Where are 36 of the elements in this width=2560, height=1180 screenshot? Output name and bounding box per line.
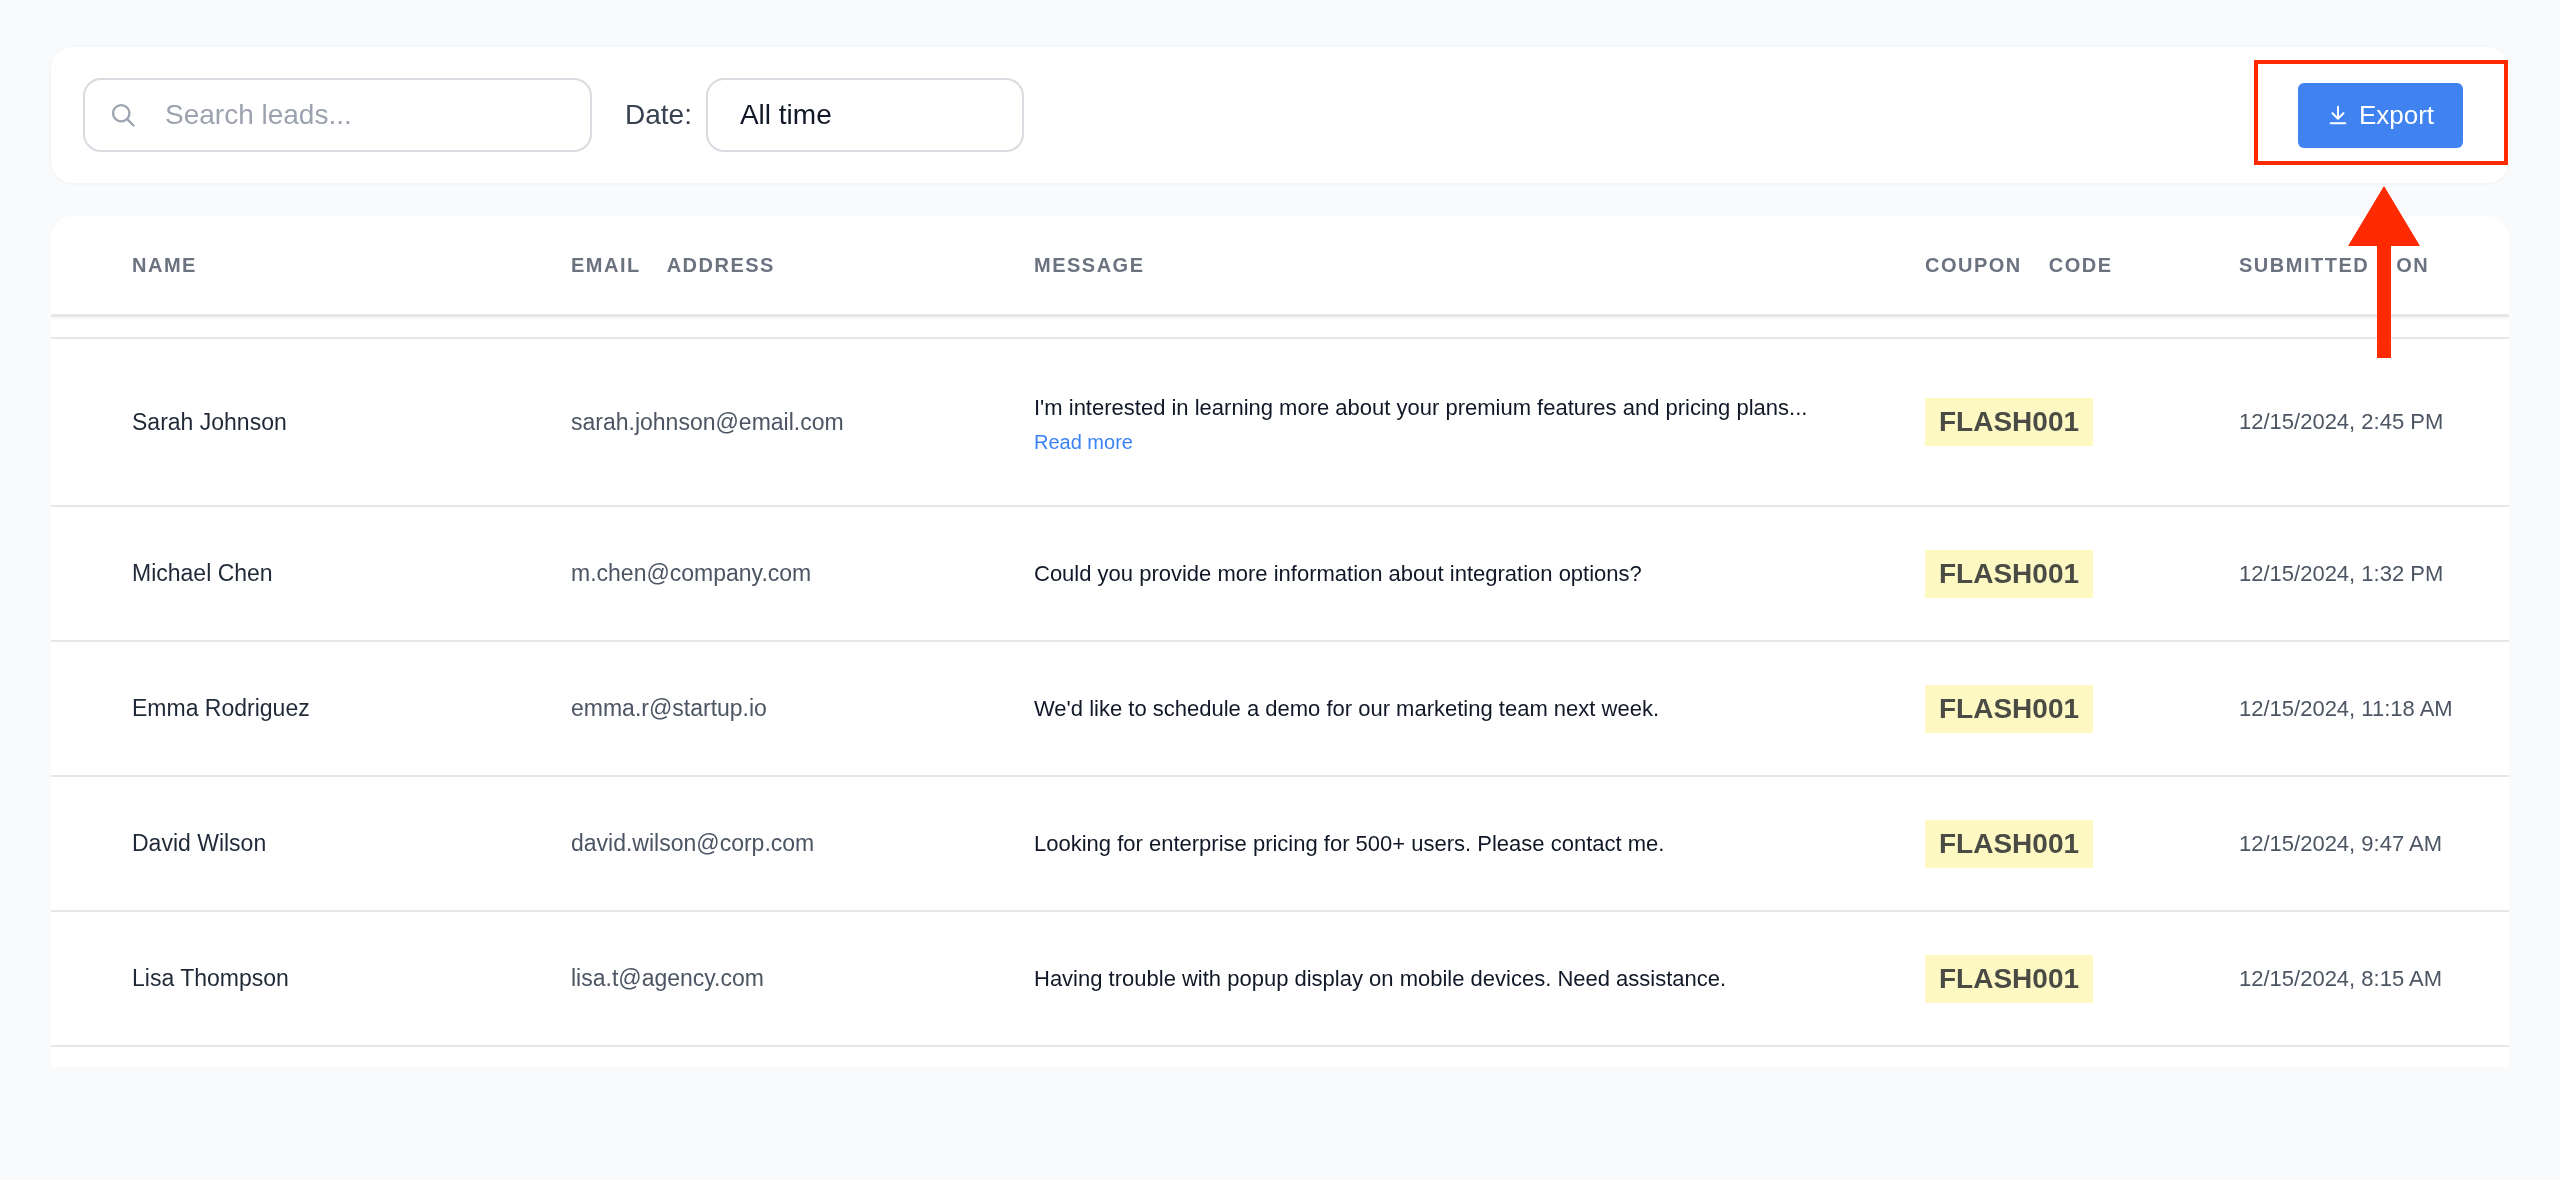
coupon-code: FLASH001 — [1925, 684, 2094, 733]
date-cell-text: 12/15/2024, 1:32 PM — [2239, 560, 2445, 587]
message-cell-text: Looking for enterprise pricing for 500+ users. Please contact me. — [1034, 829, 1666, 858]
coupon-code: FLASH001 — [1925, 954, 2094, 1003]
column-header: NAME — [132, 253, 198, 277]
name-cell-text: Emma Rodriguez — [132, 695, 311, 722]
email-cell-text: david.wilson@corp.com — [571, 830, 816, 857]
search-icon — [109, 101, 137, 129]
column-header: COUPON CODE — [1925, 253, 2114, 277]
date-select[interactable]: All time — [705, 78, 1024, 152]
name-cell-text: David Wilson — [132, 830, 268, 857]
date-cell-text: 12/15/2024, 8:15 AM — [2239, 965, 2444, 992]
date-cell-text: 12/15/2024, 11:18 AM — [2239, 695, 2454, 722]
export-button[interactable]: Export — [2298, 82, 2463, 148]
name-cell-text: Sarah Johnson — [132, 408, 288, 436]
name-cell-text: Lisa Thompson — [132, 965, 290, 992]
search-field[interactable]: Search leads... — [83, 78, 592, 152]
date-cell-text: 12/15/2024, 9:47 AM — [2239, 830, 2444, 857]
message-cell-text: Could you provide more information about integration options? — [1034, 559, 1643, 588]
date-label: Date: — [625, 99, 692, 131]
coupon-code: FLASH001 — [1925, 549, 2094, 598]
date-cell-text: 12/15/2024, 2:45 PM — [2239, 409, 2445, 435]
email-cell-text: m.chen@company.com — [571, 560, 813, 587]
email-cell-text: emma.r@startup.io — [571, 695, 768, 722]
coupon-code: FLASH001 — [1925, 398, 2094, 446]
column-header: EMAIL ADDRESS — [571, 253, 776, 277]
name-cell-text: Michael Chen — [132, 560, 274, 587]
message-cell-text: I'm interested in learning more about your premium features and pricing plans... — [1034, 393, 1809, 422]
message-cell-text: Having trouble with popup display on mobile devices. Need assistance. — [1034, 964, 1728, 993]
email-cell-text: sarah.johnson@email.com — [571, 408, 845, 436]
read-more-link[interactable]: Read more — [1034, 431, 1133, 455]
message-cell-text: We'd like to schedule a demo for our marketing team next week. — [1034, 694, 1660, 723]
column-header: MESSAGE — [1034, 253, 1146, 277]
email-cell-text: lisa.t@agency.com — [571, 965, 765, 992]
column-header: SUBMITTED ON — [2239, 253, 2431, 277]
coupon-code: FLASH001 — [1925, 819, 2094, 868]
